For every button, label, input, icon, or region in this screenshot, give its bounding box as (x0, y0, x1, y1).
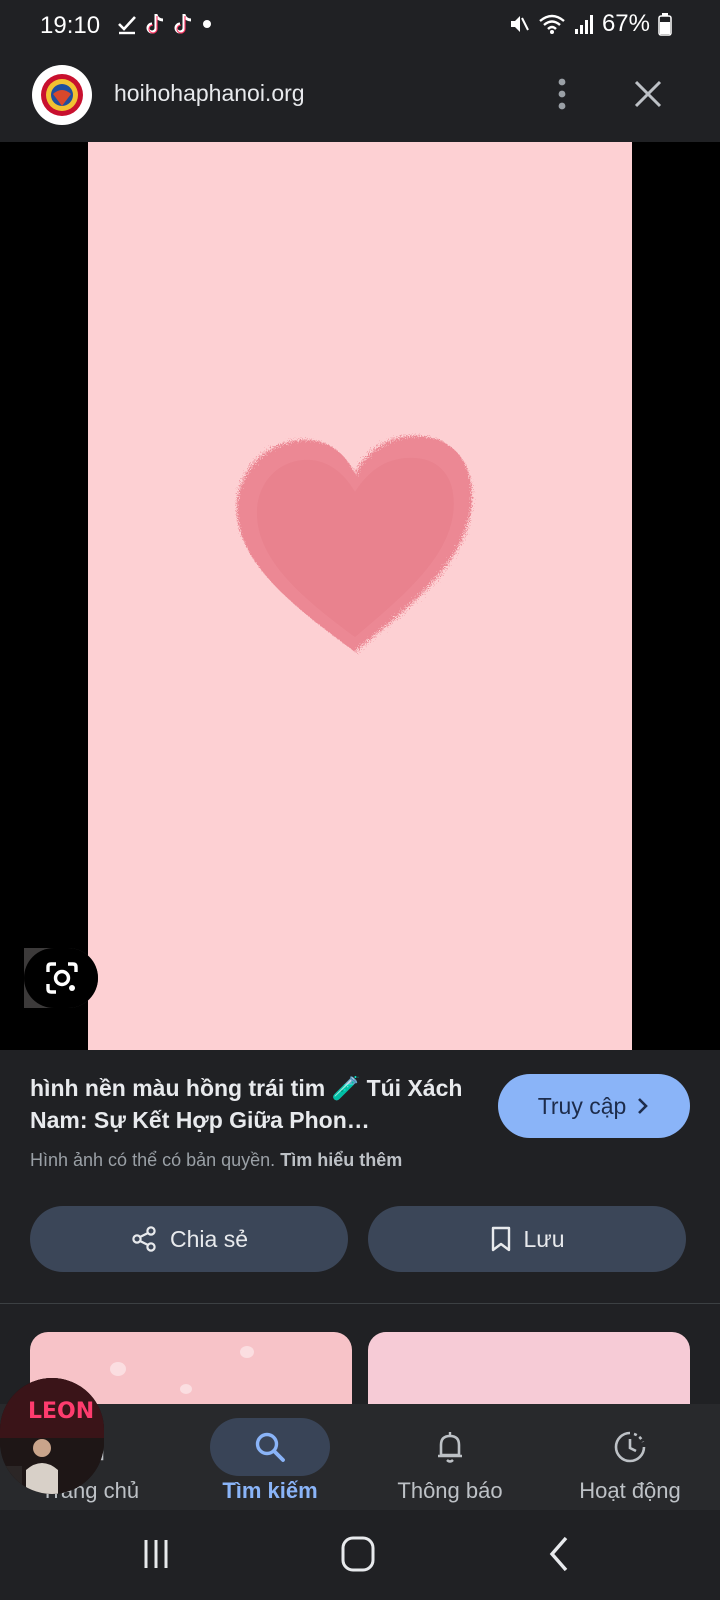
back-button[interactable] (536, 1534, 584, 1574)
more-vert-icon (558, 78, 566, 110)
nav-item-search[interactable]: Tìm kiếm (180, 1412, 360, 1508)
site-logo[interactable] (32, 65, 92, 125)
more-options-button[interactable] (546, 76, 578, 112)
recents-button[interactable] (132, 1534, 180, 1574)
system-status-icons: 67% (508, 10, 672, 38)
bottom-navigation: Trang chủ Tìm kiếm Thông báo Hoạt động (0, 1404, 720, 1510)
image-title[interactable]: hình nền màu hồng trái tim 🧪 Túi Xách Na… (30, 1072, 470, 1136)
system-navigation-bar (0, 1510, 720, 1600)
tiktok-icon (174, 14, 192, 34)
image-info-panel: hình nền màu hồng trái tim 🧪 Túi Xách Na… (0, 1050, 720, 1304)
visit-label: Truy cập (537, 1092, 627, 1119)
nav-label-search: Tìm kiếm (222, 1478, 318, 1503)
share-label: Chia sẻ (170, 1225, 248, 1252)
status-bar: 19:10 67% (0, 0, 720, 46)
battery-icon (658, 13, 672, 36)
svg-text:LEON: LEON (28, 1399, 94, 1424)
save-label: Lưu (523, 1225, 565, 1252)
bookmark-icon (491, 1226, 510, 1252)
video-thumbnail: LEON (0, 1378, 104, 1494)
close-icon (634, 80, 662, 108)
dot-icon (203, 20, 211, 28)
home-square-icon (341, 1536, 375, 1572)
activity-icon (614, 1431, 646, 1463)
emblem-icon (41, 74, 83, 116)
status-time: 19:10 (40, 12, 101, 39)
related-image-thumbnail[interactable] (368, 1332, 690, 1404)
search-icon (255, 1432, 285, 1462)
learn-more-link[interactable]: Tìm hiểu thêm (280, 1150, 402, 1170)
tiktok-icon (146, 14, 164, 34)
floating-video-bubble[interactable]: LEON (0, 1378, 104, 1494)
share-icon (132, 1226, 156, 1252)
nav-label-activity: Hoạt động (579, 1478, 681, 1503)
related-images (0, 1304, 720, 1404)
nav-item-activity[interactable]: Hoạt động (540, 1412, 720, 1508)
check-icon (118, 16, 136, 35)
copyright-text: Hình ảnh có thể có bản quyền. (30, 1150, 276, 1170)
wallpaper-image[interactable] (88, 142, 632, 1050)
share-button[interactable]: Chia sẻ (30, 1206, 348, 1272)
site-domain[interactable]: hoihohaphanoi.org (114, 80, 305, 107)
source-header: hoihohaphanoi.org (0, 46, 720, 142)
copyright-notice: Hình ảnh có thể có bản quyền. Tìm hiểu t… (30, 1150, 402, 1171)
home-button[interactable] (334, 1534, 382, 1574)
back-icon (549, 1536, 568, 1572)
nav-item-notifications[interactable]: Thông báo (360, 1412, 540, 1508)
nav-label-notifications: Thông báo (397, 1478, 503, 1503)
close-button[interactable] (630, 76, 666, 112)
visit-button[interactable]: Truy cập (498, 1074, 690, 1138)
notification-icons (116, 10, 214, 38)
wifi-icon (539, 14, 565, 34)
heart-graphic (225, 432, 485, 672)
recents-icon (144, 1540, 168, 1568)
image-viewer[interactable] (0, 142, 720, 1050)
chevron-right-icon (638, 1098, 649, 1114)
lens-icon (46, 962, 78, 994)
save-button[interactable]: Lưu (368, 1206, 686, 1272)
signal-icon (574, 15, 593, 34)
bell-icon (438, 1432, 462, 1463)
mute-icon (510, 16, 529, 32)
google-lens-button[interactable] (24, 948, 98, 1008)
battery-percent: 67% (601, 10, 650, 37)
